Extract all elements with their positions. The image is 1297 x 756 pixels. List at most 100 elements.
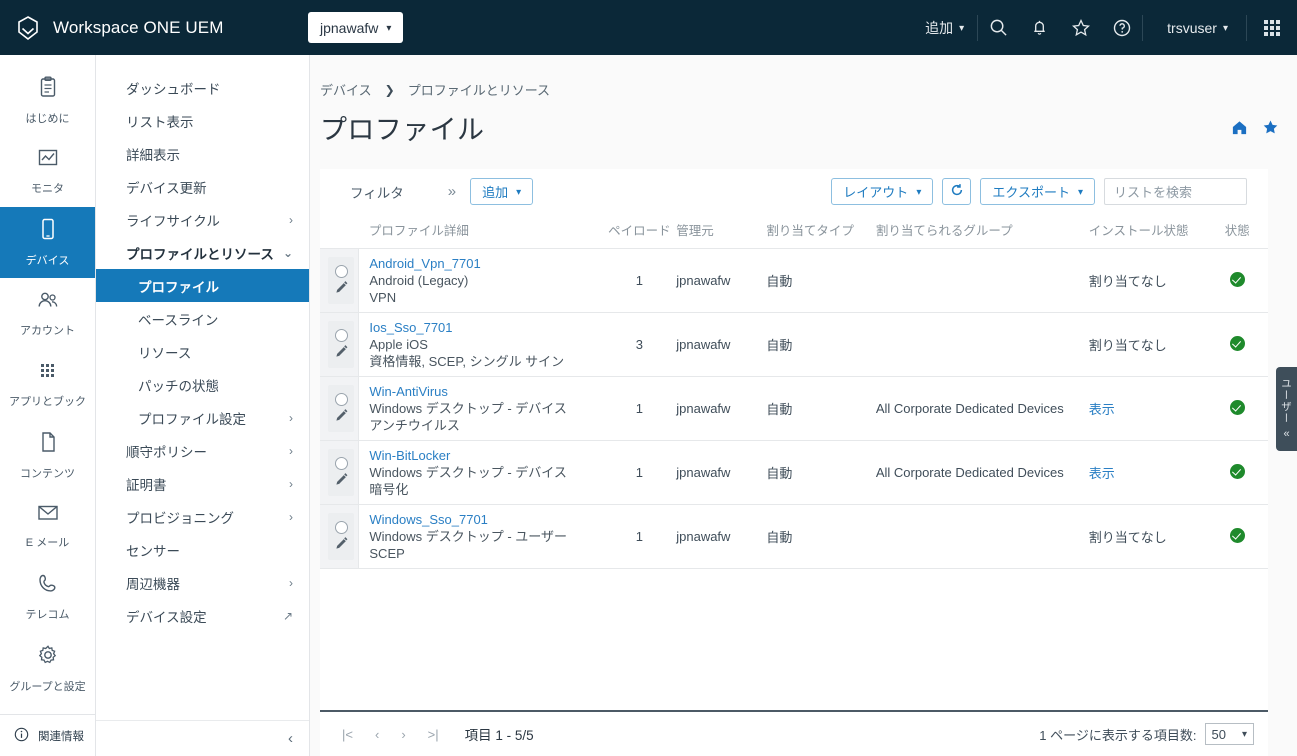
rail-item-monitor[interactable]: モニタ <box>0 136 95 207</box>
org-group-selector[interactable]: jpnawafw ▾ <box>308 12 404 43</box>
chevron-down-icon: ▾ <box>1241 729 1247 740</box>
row-select-cell <box>320 440 360 505</box>
edit-icon[interactable] <box>335 280 348 297</box>
row-radio[interactable] <box>334 520 348 534</box>
nav-item-certificates[interactable]: 証明書 › <box>96 467 309 500</box>
nav-item-device-settings[interactable]: デバイス設定 ↗ <box>96 599 309 632</box>
side-panel-tab[interactable]: ユーザー « <box>1276 367 1297 451</box>
refresh-button[interactable] <box>942 178 972 205</box>
nav-item-peripherals[interactable]: 周辺機器 › <box>96 566 309 599</box>
nav-item-compliance-policies[interactable]: 順守ポリシー › <box>96 434 309 467</box>
nav-item-patch-status[interactable]: パッチの状態 <box>96 368 309 401</box>
add-menu-button[interactable]: 追加 ▾ <box>912 0 977 55</box>
breadcrumb-item-devices[interactable]: デバイス <box>320 80 372 99</box>
layout-button[interactable]: レイアウト ▾ <box>831 178 934 205</box>
table-row[interactable]: Win-AntiVirus Windows デスクトップ - デバイス アンチウ… <box>320 376 1268 441</box>
assignment-type-cell: 自動 <box>766 376 876 441</box>
row-radio[interactable] <box>334 328 348 342</box>
page-size-select[interactable]: 50 ▾ <box>1204 723 1254 745</box>
rail-item-accounts[interactable]: アカウント <box>0 278 95 349</box>
nav-item-sensors[interactable]: センサー <box>96 533 309 566</box>
app-grid-icon[interactable] <box>1247 0 1297 55</box>
help-icon[interactable] <box>1101 0 1142 55</box>
breadcrumb-item-profiles-resources[interactable]: プロファイルとリソース <box>408 80 550 99</box>
rail-item-content[interactable]: コンテンツ <box>0 420 95 491</box>
edit-icon[interactable] <box>335 472 348 489</box>
rail-item-label: アカウント <box>20 324 75 337</box>
col-profile-details[interactable]: プロファイル詳細 <box>358 214 603 249</box>
nav-collapse-button[interactable]: ‹ <box>96 720 309 756</box>
nav-item-detail-view[interactable]: 詳細表示 <box>96 137 309 170</box>
nav-item-provisioning[interactable]: プロビジョニング › <box>96 500 309 533</box>
table-row[interactable]: Win-BitLocker Windows デスクトップ - デバイス 暗号化 … <box>320 440 1268 505</box>
star-icon[interactable] <box>1060 0 1101 55</box>
nav-item-profile-settings[interactable]: プロファイル設定 › <box>96 401 309 434</box>
nav-item-profiles[interactable]: プロファイル <box>96 269 309 302</box>
brand[interactable]: Workspace ONE UEM <box>0 14 296 42</box>
rail-item-devices[interactable]: デバイス <box>0 207 95 278</box>
prev-page-button[interactable]: ‹ <box>375 727 379 742</box>
nav-item-label: センサー <box>126 543 180 559</box>
nav-sidebar: ダッシュボード リスト表示 詳細表示 デバイス更新 ライフサイクル › プロファ… <box>96 55 310 756</box>
rail-item-getting-started[interactable]: はじめに <box>0 65 95 136</box>
chevron-right-icon: › <box>289 410 293 425</box>
rail-item-email[interactable]: E メール <box>0 491 95 562</box>
edit-icon[interactable] <box>335 536 348 553</box>
nav-item-device-updates[interactable]: デバイス更新 <box>96 170 309 203</box>
export-button-label: エクスポート <box>992 185 1070 200</box>
table-row[interactable]: Ios_Sso_7701 Apple iOS 資格情報, SCEP, シングル … <box>320 312 1268 377</box>
install-status-link[interactable]: 表示 <box>1089 466 1115 481</box>
star-filled-icon[interactable] <box>1262 119 1279 141</box>
table-header-row: プロファイル詳細 ペイロード 管理元 割り当てタイプ 割り当てられるグループ イ… <box>320 214 1268 249</box>
home-icon[interactable] <box>1231 119 1248 141</box>
rail-item-telecom[interactable]: テレコム <box>0 562 95 633</box>
table-row[interactable]: Android_Vpn_7701 Android (Legacy) VPN 1 … <box>320 248 1268 313</box>
profile-name-link[interactable]: Ios_Sso_7701 <box>369 319 602 336</box>
chevron-double-left-icon: « <box>1283 428 1290 440</box>
bell-icon[interactable] <box>1019 0 1060 55</box>
col-assignment-type[interactable]: 割り当てタイプ <box>766 214 876 249</box>
row-radio[interactable] <box>334 456 348 470</box>
export-button[interactable]: エクスポート ▾ <box>980 178 1095 205</box>
profile-name-link[interactable]: Win-BitLocker <box>369 447 602 464</box>
edit-icon[interactable] <box>335 408 348 425</box>
user-menu-button[interactable]: trsvuser ▾ <box>1143 0 1246 55</box>
nav-item-resources[interactable]: リソース <box>96 335 309 368</box>
col-install-status[interactable]: インストール状態 <box>1088 214 1207 249</box>
assigned-groups-cell: All Corporate Dedicated Devices <box>875 440 1089 505</box>
payloads-cell: 1 <box>602 504 677 569</box>
col-managed-by[interactable]: 管理元 <box>676 214 767 249</box>
table-row[interactable]: Windows_Sso_7701 Windows デスクトップ - ユーザー S… <box>320 504 1268 569</box>
filter-button[interactable]: フィルタ <box>328 182 404 202</box>
edit-icon[interactable] <box>335 344 348 361</box>
row-radio[interactable] <box>334 264 348 278</box>
col-assigned-groups[interactable]: 割り当てられるグループ <box>875 214 1089 249</box>
last-page-button[interactable]: >| <box>428 727 439 742</box>
search-icon[interactable] <box>978 0 1019 55</box>
assignment-type-cell: 自動 <box>766 312 876 377</box>
row-radio[interactable] <box>334 392 348 406</box>
next-page-button[interactable]: › <box>401 727 405 742</box>
add-button[interactable]: 追加 ▾ <box>470 178 534 205</box>
page-size-value: 50 <box>1211 726 1226 742</box>
install-status-link[interactable]: 表示 <box>1089 402 1115 417</box>
chevron-down-icon: ⌄ <box>282 245 293 260</box>
rail-footer-related-info[interactable]: 関連情報 <box>0 714 95 756</box>
profile-name-link[interactable]: Android_Vpn_7701 <box>369 255 602 272</box>
col-payloads[interactable]: ペイロード <box>602 214 677 249</box>
nav-item-profiles-resources[interactable]: プロファイルとリソース ⌄ <box>96 236 309 269</box>
col-status[interactable]: 状態 <box>1206 214 1268 249</box>
rail-item-apps-books[interactable]: アプリとブック <box>0 349 95 420</box>
rail-item-groups-settings[interactable]: グループと設定 <box>0 633 95 704</box>
profile-name-link[interactable]: Win-AntiVirus <box>369 383 602 400</box>
profile-platform: Apple iOS <box>369 337 428 352</box>
page-title: プロファイル <box>320 115 485 145</box>
nav-item-baselines[interactable]: ベースライン <box>96 302 309 335</box>
profile-name-link[interactable]: Windows_Sso_7701 <box>369 511 602 528</box>
filter-expand-icon[interactable]: » <box>404 183 470 200</box>
nav-item-dashboard[interactable]: ダッシュボード <box>96 71 309 104</box>
first-page-button[interactable]: |< <box>342 727 353 742</box>
nav-item-list-view[interactable]: リスト表示 <box>96 104 309 137</box>
nav-item-lifecycle[interactable]: ライフサイクル › <box>96 203 309 236</box>
search-input[interactable]: リストを検索 <box>1104 178 1247 205</box>
